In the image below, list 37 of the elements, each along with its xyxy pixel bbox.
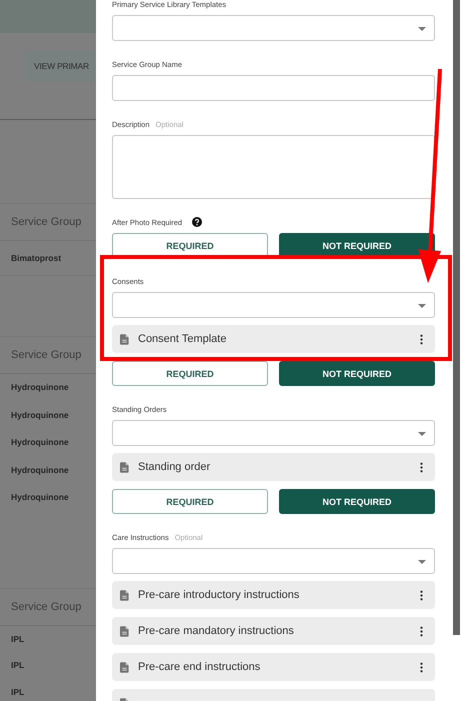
template-item[interactable]: Pre-care mandatory instructions [112, 617, 435, 645]
template-item[interactable]: Pre-care introductory instructions [112, 581, 435, 609]
template-item[interactable]: Standing order [112, 453, 435, 481]
toggle-button[interactable]: NOT REQUIRED [279, 361, 435, 386]
toggle-button[interactable]: REQUIRED [112, 489, 268, 514]
document-icon [120, 590, 129, 600]
select-field[interactable] [112, 548, 435, 574]
input-field[interactable] [112, 75, 435, 101]
select-field[interactable] [112, 15, 435, 41]
more-options-icon[interactable] [420, 334, 423, 344]
table-cell-text: IPL [10, 659, 26, 672]
table-cell-text: IPL [10, 632, 26, 646]
document-icon [120, 626, 129, 636]
table-cell-text: IPL [10, 686, 26, 698]
template-item[interactable]: Pre-care end instructions [112, 653, 435, 681]
document-icon [120, 662, 129, 672]
dropdown-caret-icon [418, 27, 426, 31]
table-cell-text: Hydroquinone [10, 381, 70, 394]
more-options-icon[interactable] [420, 662, 423, 672]
toggle-button[interactable]: NOT REQUIRED [279, 489, 435, 514]
more-options-icon[interactable] [420, 462, 423, 472]
more-options-icon[interactable] [420, 590, 423, 600]
table-cell-text: Hydroquinone [10, 491, 70, 504]
table-cell-text: Hydroquinone [10, 408, 70, 422]
select-field[interactable] [112, 420, 435, 446]
document-icon [120, 334, 129, 344]
document-icon [120, 462, 129, 472]
dropdown-caret-icon [418, 304, 426, 308]
table-cell-text: Hydroquinone [10, 436, 70, 449]
template-item[interactable]: Consent Template [112, 325, 435, 353]
table-cell-text: Hydroquinone [10, 464, 70, 477]
more-options-icon[interactable] [420, 626, 423, 636]
select-field[interactable] [112, 292, 435, 318]
help-icon[interactable] [192, 217, 202, 227]
dropdown-caret-icon [418, 560, 426, 564]
dropdown-caret-icon [418, 432, 426, 436]
toggle-button[interactable]: REQUIRED [112, 361, 268, 386]
